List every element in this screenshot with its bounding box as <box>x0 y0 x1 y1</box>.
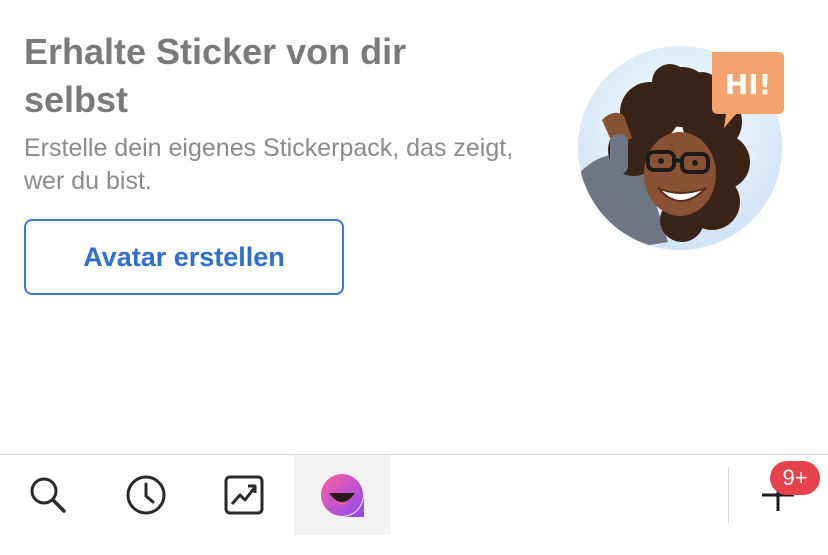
sticker-tabbar: 9+ <box>0 455 828 555</box>
promo-description: Erstelle dein eigenes Stickerpack, das z… <box>24 134 514 195</box>
sticker-panel: Erhalte Sticker von dir selbst Erstelle … <box>0 0 828 555</box>
clock-icon <box>126 475 166 515</box>
add-sticker-button[interactable]: 9+ <box>744 459 820 531</box>
tab-trending[interactable] <box>196 455 292 535</box>
avatar-illustration: HI! <box>578 46 784 250</box>
create-avatar-button[interactable]: Avatar erstellen <box>24 219 344 295</box>
trending-icon <box>224 475 264 515</box>
search-icon <box>30 477 66 513</box>
avatar-stickers-icon <box>320 473 364 517</box>
tab-avatar-stickers[interactable] <box>294 455 390 535</box>
tab-search[interactable] <box>0 455 96 535</box>
tab-recent[interactable] <box>98 455 194 535</box>
speech-bubble-text: HI! <box>725 68 772 101</box>
tabbar-separator <box>728 467 729 523</box>
promo-title: Erhalte Sticker von dir selbst <box>24 31 407 120</box>
notification-badge: 9+ <box>770 461 820 495</box>
